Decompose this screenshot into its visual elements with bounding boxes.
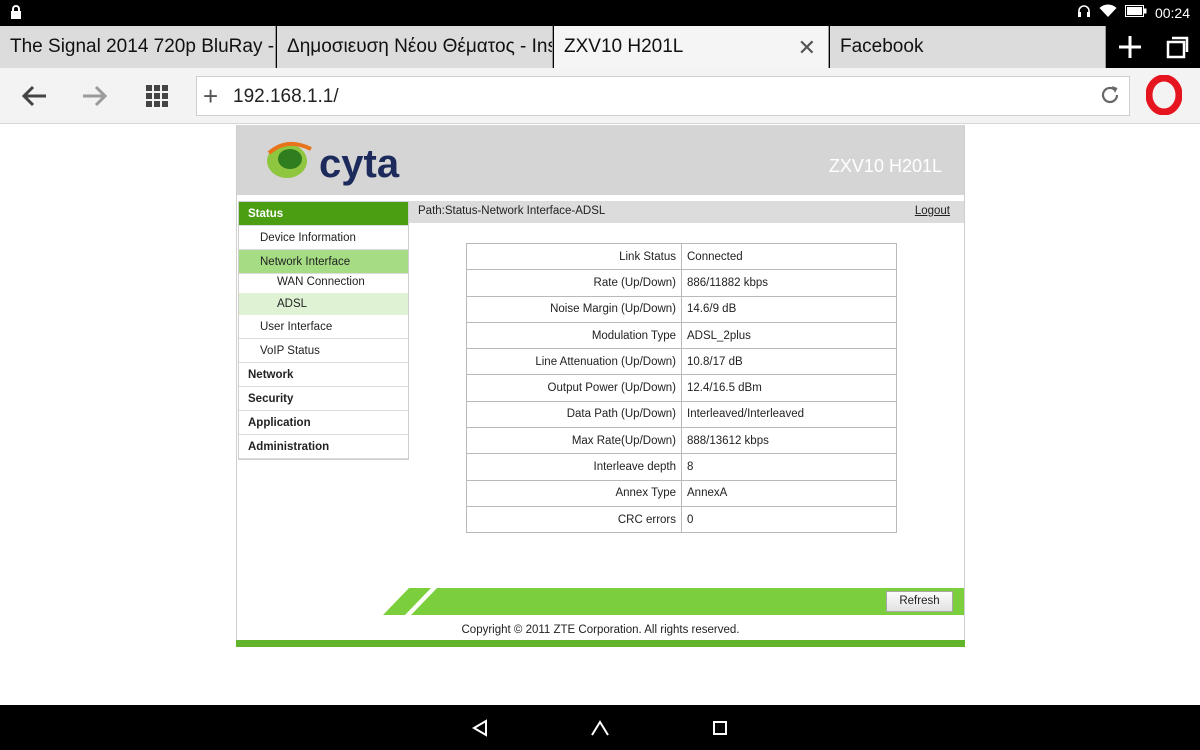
square-recents-icon xyxy=(713,721,727,735)
tabs-icon xyxy=(1166,36,1189,59)
arrow-right-icon xyxy=(83,85,108,107)
row-label: Max Rate(Up/Down) xyxy=(466,427,682,455)
row-value: 10.8/17 dB xyxy=(681,348,897,376)
forward-button[interactable] xyxy=(75,76,115,116)
home-icon xyxy=(591,720,609,736)
table-row: Annex Type AnnexA xyxy=(466,479,897,507)
breadcrumb-bar: Path:Status-Network Interface-ADSL Logou… xyxy=(409,201,964,223)
footer-action-bar xyxy=(383,588,964,615)
row-value: Connected xyxy=(681,242,897,271)
device-model: ZXV10 H201L xyxy=(828,156,942,176)
row-value: Interleaved/Interleaved xyxy=(681,400,897,429)
row-label: Noise Margin (Up/Down) xyxy=(466,295,682,323)
sidebar-item-status[interactable]: Status xyxy=(239,202,408,226)
clock: 00:24 xyxy=(1154,5,1190,21)
close-tab-icon[interactable]: ✕ xyxy=(798,35,816,61)
speed-dial-button[interactable] xyxy=(137,76,177,116)
lock-icon xyxy=(10,5,22,25)
system-navigation-bar xyxy=(0,705,1200,750)
nav-recents-button[interactable] xyxy=(700,713,740,743)
sidebar-item-application[interactable]: Application xyxy=(239,411,408,435)
sidebar-item-voip-status[interactable]: VoIP Status xyxy=(239,339,408,363)
arrow-left-icon xyxy=(21,85,46,107)
row-value: AnnexA xyxy=(681,479,897,507)
row-value: 12.4/16.5 dBm xyxy=(681,374,897,402)
row-value: 8 xyxy=(681,453,897,481)
row-label: Rate (Up/Down) xyxy=(466,269,682,297)
table-row: Rate (Up/Down) 886/11882 kbps xyxy=(466,269,897,297)
row-label: Annex Type xyxy=(466,479,682,507)
row-value: 886/11882 kbps xyxy=(681,269,897,297)
tab-title: Δημοσιευση Νέου Θέματος - Ins xyxy=(287,36,553,57)
tab-title: Facebook xyxy=(840,36,924,57)
reload-icon[interactable] xyxy=(1099,84,1121,111)
row-value: 888/13612 kbps xyxy=(681,427,897,455)
back-button[interactable] xyxy=(14,76,54,116)
sidebar-item-network[interactable]: Network xyxy=(239,363,408,387)
tab-strip: The Signal 2014 720p BluRay - Vi Δημοσιε… xyxy=(0,26,1200,68)
row-value: 14.6/9 dB xyxy=(681,295,897,323)
triangle-back-icon xyxy=(472,719,487,737)
opera-menu-button[interactable] xyxy=(1144,75,1184,115)
sidebar-item-adsl[interactable]: ADSL xyxy=(239,293,408,315)
table-row: Line Attenuation (Up/Down) 10.8/17 dB xyxy=(466,348,897,376)
row-value: 0 xyxy=(681,505,897,534)
table-row: Max Rate(Up/Down) 888/13612 kbps xyxy=(466,427,897,455)
row-label: Output Power (Up/Down) xyxy=(466,374,682,402)
browser-toolbar: + 192.168.1.1/ xyxy=(0,68,1200,124)
breadcrumb: Path:Status-Network Interface-ADSL xyxy=(418,205,606,217)
system-status-bar: 00:24 xyxy=(0,0,1200,26)
tab-switcher-button[interactable] xyxy=(1153,26,1199,68)
tab-facebook[interactable]: Facebook xyxy=(830,26,1106,68)
footer-divider xyxy=(236,640,965,647)
table-row: Data Path (Up/Down) Interleaved/Interleav… xyxy=(466,400,897,429)
row-label: Modulation Type xyxy=(466,321,682,350)
tab-forum-post[interactable]: Δημοσιευση Νέου Θέματος - Ins xyxy=(277,26,553,68)
table-row: Interleave depth 8 xyxy=(466,453,897,481)
row-label: Link Status xyxy=(466,242,682,271)
logout-link[interactable]: Logout xyxy=(915,205,950,217)
sidebar-item-user-interface[interactable]: User Interface xyxy=(239,315,408,339)
table-row: Noise Margin (Up/Down) 14.6/9 dB xyxy=(466,295,897,323)
page-header: cyta ZXV10 H201L xyxy=(237,125,964,195)
row-value: ADSL_2plus xyxy=(681,321,897,350)
copyright-text: Copyright © 2011 ZTE Corporation. All ri… xyxy=(461,624,740,636)
tab-signal[interactable]: The Signal 2014 720p BluRay - Vi xyxy=(0,26,276,68)
row-label: Line Attenuation (Up/Down) xyxy=(466,348,682,376)
tab-title: The Signal 2014 720p BluRay - Vi xyxy=(10,36,276,57)
cyta-logo: cyta xyxy=(263,135,423,192)
sidebar-menu: Status Device Information Network Interf… xyxy=(238,201,409,460)
adsl-status-table: Link Status Connected Rate (Up/Down) 886/1… xyxy=(466,242,897,534)
sidebar-item-device-information[interactable]: Device Information xyxy=(239,226,408,250)
table-row: Link Status Connected xyxy=(466,242,897,271)
add-bookmark-icon[interactable]: + xyxy=(203,81,218,111)
nav-home-button[interactable] xyxy=(580,713,620,743)
battery-icon xyxy=(1124,4,1147,22)
sidebar-item-security[interactable]: Security xyxy=(239,387,408,411)
wifi-icon xyxy=(1099,3,1117,23)
row-label: Interleave depth xyxy=(466,453,682,481)
grid-icon xyxy=(146,85,168,107)
table-row: CRC errors 0 xyxy=(466,505,897,534)
tab-title: ZXV10 H201L xyxy=(564,36,684,57)
new-tab-button[interactable] xyxy=(1107,26,1153,68)
router-page: cyta ZXV10 H201L Status Device Informati… xyxy=(236,125,965,647)
nav-back-button[interactable] xyxy=(460,713,500,743)
table-row: Modulation Type ADSL_2plus xyxy=(466,321,897,350)
sidebar-item-administration[interactable]: Administration xyxy=(239,435,408,459)
url-text[interactable]: 192.168.1.1/ xyxy=(233,86,339,108)
sidebar-item-wan-connection[interactable]: WAN Connection xyxy=(239,271,408,293)
table-row: Output Power (Up/Down) 12.4/16.5 dBm xyxy=(466,374,897,402)
opera-logo-icon xyxy=(1146,75,1182,115)
row-label: Data Path (Up/Down) xyxy=(466,400,682,429)
plus-icon xyxy=(1119,36,1141,58)
row-label: CRC errors xyxy=(466,505,682,534)
tab-router[interactable]: ZXV10 H201L ✕ xyxy=(554,26,829,68)
address-bar[interactable]: + 192.168.1.1/ xyxy=(196,76,1130,116)
refresh-button[interactable]: Refresh xyxy=(886,591,953,612)
headphones-icon xyxy=(1077,4,1091,23)
svg-text:cyta: cyta xyxy=(319,142,400,186)
